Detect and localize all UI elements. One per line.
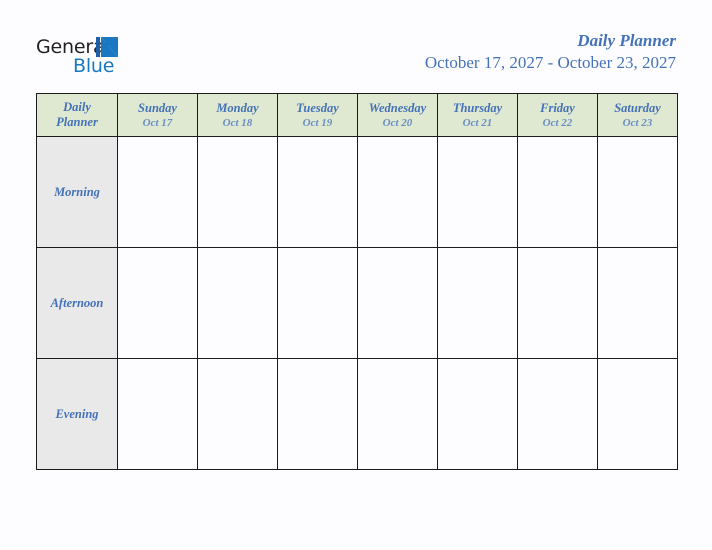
cell-evening-sunday[interactable] xyxy=(117,358,198,470)
cell-morning-wednesday[interactable] xyxy=(357,136,438,248)
weekly-planner-table: Daily Planner Sunday Oct 17 Monday Oct 1… xyxy=(36,93,678,470)
logo-text-blue: Blue xyxy=(73,55,115,77)
day-date: Oct 20 xyxy=(382,116,413,129)
cell-afternoon-sunday[interactable] xyxy=(117,247,198,359)
day-date: Oct 22 xyxy=(542,116,573,129)
day-header-thursday: Thursday Oct 21 xyxy=(437,93,518,137)
cell-evening-wednesday[interactable] xyxy=(357,358,438,470)
cell-morning-saturday[interactable] xyxy=(597,136,678,248)
day-header-saturday: Saturday Oct 23 xyxy=(597,93,678,137)
cell-morning-sunday[interactable] xyxy=(117,136,198,248)
table-row-morning: Morning xyxy=(36,136,678,248)
day-date: Oct 18 xyxy=(222,116,253,129)
cell-afternoon-monday[interactable] xyxy=(197,247,278,359)
corner-title-line2: Planner xyxy=(56,115,98,129)
cell-evening-saturday[interactable] xyxy=(597,358,678,470)
day-header-sunday: Sunday Oct 17 xyxy=(117,93,198,137)
day-name: Sunday xyxy=(138,100,177,115)
cell-afternoon-tuesday[interactable] xyxy=(277,247,358,359)
day-name: Friday xyxy=(540,100,575,115)
day-date: Oct 21 xyxy=(462,116,493,129)
table-corner-header: Daily Planner xyxy=(36,93,118,137)
table-row-afternoon: Afternoon xyxy=(36,247,678,359)
cell-morning-tuesday[interactable] xyxy=(277,136,358,248)
cell-afternoon-wednesday[interactable] xyxy=(357,247,438,359)
day-date: Oct 17 xyxy=(142,116,173,129)
slot-label-morning: Morning xyxy=(36,136,118,248)
title-block: Daily Planner October 17, 2027 - October… xyxy=(425,30,676,74)
day-name: Thursday xyxy=(452,100,503,115)
cell-evening-tuesday[interactable] xyxy=(277,358,358,470)
date-range: October 17, 2027 - October 23, 2027 xyxy=(424,53,676,72)
generalblue-logo: General Blue xyxy=(36,36,166,80)
corner-title-line1: Daily xyxy=(63,100,91,114)
day-name: Tuesday xyxy=(296,100,339,115)
cell-afternoon-thursday[interactable] xyxy=(437,247,518,359)
day-header-monday: Monday Oct 18 xyxy=(197,93,278,137)
cell-afternoon-friday[interactable] xyxy=(517,247,598,359)
day-header-friday: Friday Oct 22 xyxy=(517,93,598,137)
cell-morning-monday[interactable] xyxy=(197,136,278,248)
day-header-wednesday: Wednesday Oct 20 xyxy=(357,93,438,137)
cell-morning-thursday[interactable] xyxy=(437,136,518,248)
page-header: General Blue Daily Planner October 17, 2… xyxy=(0,0,712,86)
cell-evening-monday[interactable] xyxy=(197,358,278,470)
slot-label-evening: Evening xyxy=(36,358,118,470)
day-name: Saturday xyxy=(614,100,661,115)
cell-morning-friday[interactable] xyxy=(517,136,598,248)
table-row-evening: Evening xyxy=(36,358,678,470)
cell-afternoon-saturday[interactable] xyxy=(597,247,678,359)
day-date: Oct 23 xyxy=(622,116,653,129)
day-date: Oct 19 xyxy=(302,116,333,129)
day-header-tuesday: Tuesday Oct 19 xyxy=(277,93,358,137)
slot-label-afternoon: Afternoon xyxy=(36,247,118,359)
table-header-row: Daily Planner Sunday Oct 17 Monday Oct 1… xyxy=(36,93,678,137)
cell-evening-friday[interactable] xyxy=(517,358,598,470)
page-title: Daily Planner xyxy=(577,31,676,50)
day-name: Wednesday xyxy=(368,100,427,115)
day-name: Monday xyxy=(216,100,259,115)
cell-evening-thursday[interactable] xyxy=(437,358,518,470)
